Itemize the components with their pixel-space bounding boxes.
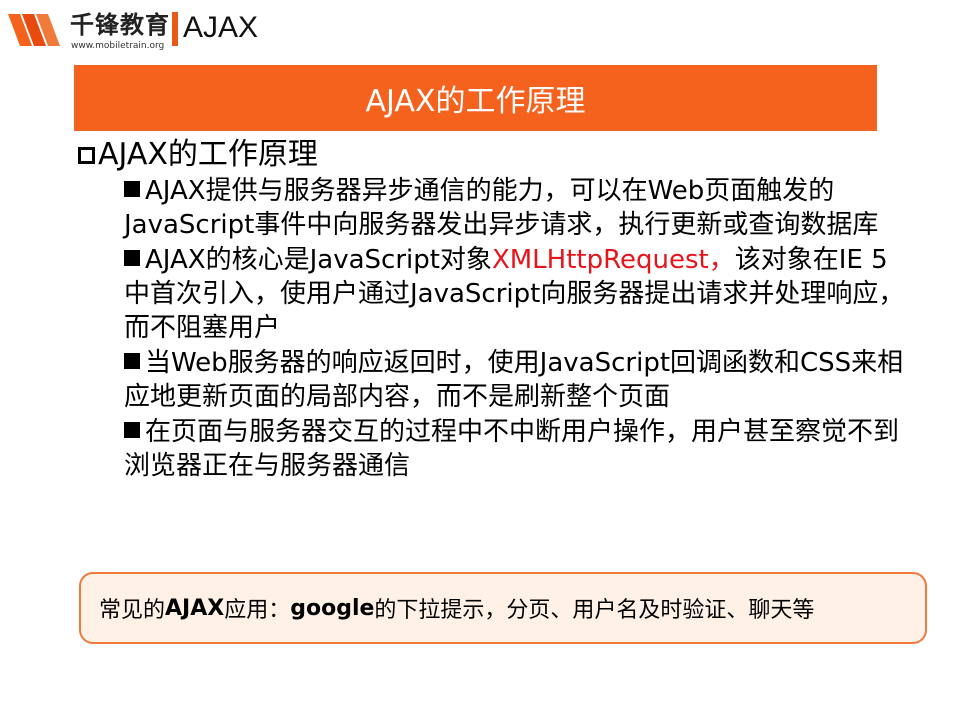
header-divider bbox=[172, 12, 178, 46]
bullet-item: AJAX的核心是JavaScript对象XMLHttpRequest，该对象在I… bbox=[124, 243, 908, 345]
callout-bold-term: google bbox=[290, 595, 375, 621]
brand-name: 千锋教育 bbox=[70, 11, 170, 39]
bullet-text: AJAX的核心是JavaScript对象 bbox=[145, 245, 492, 275]
bullet-text: AJAX提供与服务器异步通信的能力，可以在Web页面触发的JavaScript事… bbox=[124, 176, 879, 240]
brand-logo: 千锋教育 www.mobiletrain.org bbox=[6, 8, 176, 52]
hollow-square-bullet-icon bbox=[78, 146, 95, 164]
main-heading-text: AJAX的工作原理 bbox=[98, 137, 318, 172]
section-title: AJAX bbox=[183, 11, 259, 44]
applications-callout: 常见的 AJAX 应用： google 的下拉提示，分页、用户名及时验证、聊天等 bbox=[79, 572, 927, 644]
callout-bold-term: AJAX bbox=[165, 595, 225, 621]
callout-prefix: 常见的 bbox=[99, 598, 166, 623]
slide-title: AJAX的工作原理 bbox=[365, 84, 586, 119]
callout-mid: 应用： bbox=[224, 598, 291, 623]
callout-suffix: 的下拉提示，分页、用户名及时验证、聊天等 bbox=[374, 598, 815, 623]
brand-url: www.mobiletrain.org bbox=[71, 41, 165, 51]
slide-content: AJAX的工作原理 AJAX提供与服务器异步通信的能力，可以在Web页面触发的J… bbox=[78, 136, 908, 484]
bullet-list: AJAX提供与服务器异步通信的能力，可以在Web页面触发的JavaScript事… bbox=[78, 174, 908, 483]
slide-title-banner: AJAX的工作原理 bbox=[74, 65, 877, 131]
bullet-item: AJAX提供与服务器异步通信的能力，可以在Web页面触发的JavaScript事… bbox=[124, 174, 908, 242]
square-bullet-icon bbox=[124, 181, 140, 197]
bullet-text: 当Web服务器的响应返回时，使用JavaScript回调函数和CSS来相应地更新… bbox=[124, 348, 904, 412]
bullet-item: 当Web服务器的响应返回时，使用JavaScript回调函数和CSS来相应地更新… bbox=[124, 346, 908, 414]
highlighted-term: XMLHttpRequest， bbox=[491, 245, 735, 275]
main-heading: AJAX的工作原理 bbox=[78, 136, 908, 174]
bullet-text: 在页面与服务器交互的过程中不中断用户操作，用户甚至察觉不到浏览器正在与服务器通信 bbox=[124, 417, 900, 481]
square-bullet-icon bbox=[124, 422, 140, 438]
bullet-item: 在页面与服务器交互的过程中不中断用户操作，用户甚至察觉不到浏览器正在与服务器通信 bbox=[124, 415, 908, 483]
brand-logo-icon bbox=[8, 14, 60, 46]
square-bullet-icon bbox=[124, 353, 140, 369]
square-bullet-icon bbox=[124, 250, 140, 266]
